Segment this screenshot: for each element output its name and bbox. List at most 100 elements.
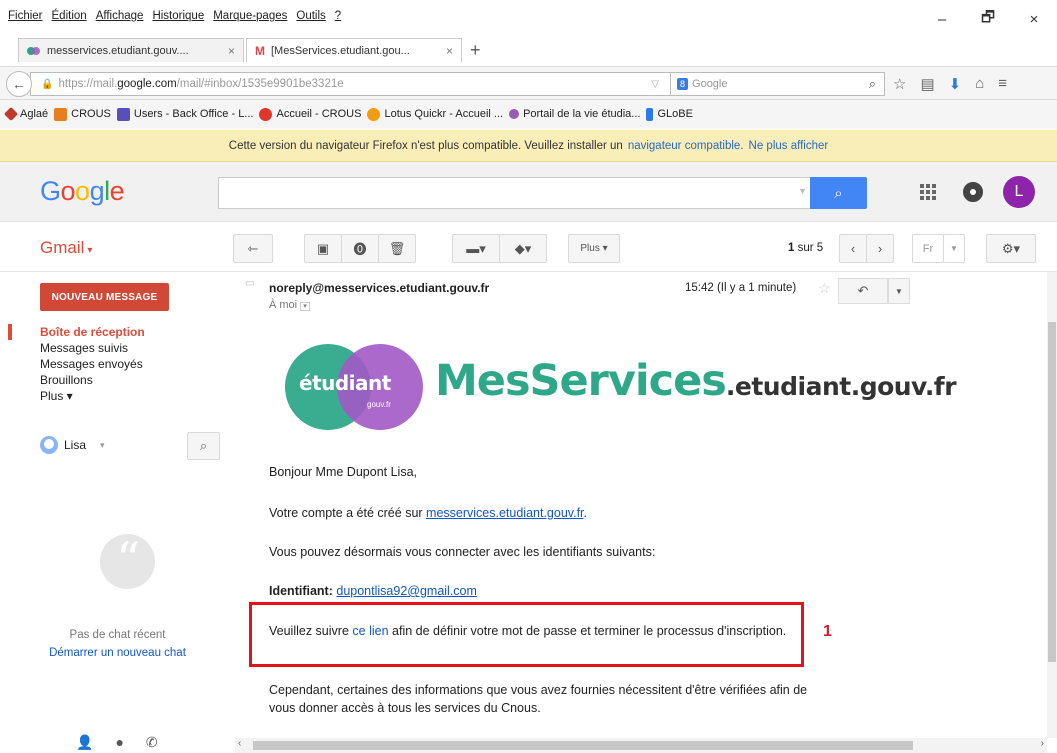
chevron-right-icon: › [877,241,883,256]
search-engine-icon: 8 [677,78,689,90]
settings-button[interactable]: ⚙▾ [986,234,1036,263]
search-icon[interactable]: ⌕ [869,76,876,92]
reply-button[interactable]: ↶ [838,278,888,304]
tab-strip: messervices.etudiant.gouv.... × M [MesSe… [0,36,1057,64]
back-to-inbox-button[interactable]: ⇽ [233,234,273,263]
recipient-label: À moi [269,299,298,311]
download-icon[interactable]: ⬇ [949,75,962,93]
toolbar-icons: ☆ ▤ ⬇ ⌂ ≡ [893,75,1007,93]
search-options-icon[interactable]: ▼ [798,186,807,196]
bookmark-lotus[interactable]: Lotus Quickr - Accueil ... [367,107,503,121]
restore-button[interactable]: 🗗 [965,6,1011,32]
no-recent-chat: Pas de chat récent [69,629,166,641]
hangouts-icon[interactable]: ● [115,734,123,751]
menu-fichier[interactable]: Fichier [8,10,43,22]
move-to-button[interactable]: ▬▾ [452,234,500,263]
apps-grid-icon[interactable] [920,184,936,200]
vertical-scrollbar[interactable] [1047,272,1057,738]
url-domain: google.com [117,78,177,90]
browser-search-bar[interactable]: 8 Google ⌕ [670,72,885,96]
gear-icon: ⚙▾ [1001,240,1021,256]
older-button[interactable]: › [866,234,894,263]
language-dropdown[interactable]: ▼ [943,234,965,263]
tab-close-icon[interactable]: × [446,44,453,58]
report-spam-button[interactable]: ⓿ [341,234,379,263]
account-avatar[interactable]: L [1003,176,1035,208]
back-button[interactable]: ← [6,71,32,97]
archive-button[interactable]: ▣ [304,234,342,263]
notifications-icon[interactable] [963,182,983,202]
bookmark-users[interactable]: Users - Back Office - L... [116,107,253,121]
pager-current: 1 [788,242,795,254]
sidebar-item-drafts[interactable]: Brouillons [40,372,145,388]
input-language-button[interactable]: Fr [912,234,944,263]
bookmark-icon [116,107,130,121]
contacts-icon[interactable]: 👤 [76,734,93,751]
dismiss-warning-link[interactable]: Ne plus afficher [749,140,829,152]
horizontal-scrollbar[interactable]: ‹ › [235,738,1047,753]
start-chat-link[interactable]: Démarrer un nouveau chat [0,647,235,659]
sidebar-item-more[interactable]: Plus ▾ [40,388,145,404]
search-engine-label: Google [692,78,728,90]
bookmark-crous[interactable]: CROUS [54,107,111,121]
menu-help[interactable]: ? [335,10,341,22]
details-icon[interactable]: ▾ [300,302,310,311]
scroll-thumb[interactable] [1048,322,1056,662]
gmail-menu[interactable]: Gmail ▾ [40,238,92,258]
hangouts-user[interactable]: Lisa ▾ [40,436,105,454]
bookmark-label: Portail de la vie étudia... [523,108,641,120]
recipient[interactable]: À moi ▾ [269,299,310,311]
phone-icon[interactable]: ✆ [146,734,158,751]
caret-icon: ▾ [87,245,93,256]
scroll-left-icon[interactable]: ‹ [238,738,241,749]
hamburger-menu-icon[interactable]: ≡ [998,75,1007,93]
bookmark-aglae[interactable]: Aglaé [3,106,48,122]
search-people-button[interactable]: ⌕ [187,432,220,460]
scroll-right-icon[interactable]: › [1041,738,1044,749]
tab-gmail[interactable]: M [MesServices.etudiant.gou... × [246,38,462,62]
bookmark-portail[interactable]: Portail de la vie étudia... [509,108,640,120]
bookmark-globe[interactable]: GLoBE [646,107,693,121]
message-time: 15:42 (Il y a 1 minute) [685,282,797,294]
back-arrow-icon: ⇽ [247,240,259,256]
sidebar-item-sent[interactable]: Messages envoyés [40,356,145,372]
identifier-email-link[interactable]: dupontlisa92@gmail.com [336,584,477,598]
bookmark-accueil-crous[interactable]: Accueil - CROUS [259,107,361,121]
sidebar-item-starred[interactable]: Messages suivis [40,340,145,356]
home-icon[interactable]: ⌂ [975,75,984,93]
labels-button[interactable]: ◆▾ [499,234,547,263]
bookmark-star-icon[interactable]: ☆ [893,75,906,93]
bookmarks-list-icon[interactable]: ▤ [920,75,934,93]
menu-outils[interactable]: Outils [296,10,325,22]
tab-messervices[interactable]: messervices.etudiant.gouv.... × [18,38,244,62]
delete-button[interactable]: 🗑 [378,234,416,263]
message-more-button[interactable]: ▼ [888,278,910,304]
new-tab-button[interactable]: + [470,40,481,61]
mail-search-input[interactable]: ▼ [218,177,816,209]
menu-marque-pages[interactable]: Marque-pages [213,10,287,22]
newer-button[interactable]: ‹ [839,234,867,263]
scroll-thumb[interactable] [253,741,913,750]
compatible-browser-link[interactable]: navigateur compatible. [628,140,744,152]
messervices-link[interactable]: messervices.etudiant.gouv.fr [426,506,583,520]
url-dropdown-icon[interactable]: ▽ [651,79,659,90]
menu-affichage[interactable]: Affichage [96,10,144,22]
logo-etudiant: étudiant [299,371,391,395]
reply-icon: ↶ [857,283,869,298]
sender-address[interactable]: noreply@messervices.etudiant.gouv.fr [269,281,489,295]
messervices-favicon-icon [27,46,41,55]
star-icon[interactable]: ☆ [818,280,831,297]
url-bar[interactable]: 🔒 https://mail. google.com/mail/#inbox/15… [30,72,690,96]
google-logo[interactable]: Google [40,176,125,207]
compose-button[interactable]: NOUVEAU MESSAGE [40,283,169,311]
minimize-button[interactable]: – [919,6,965,32]
menu-historique[interactable]: Historique [152,10,204,22]
menu-edition[interactable]: Édition [52,10,87,22]
more-button[interactable]: Plus ▾ [568,234,620,263]
sidebar-item-inbox[interactable]: Boîte de réception [40,324,145,340]
close-window-button[interactable]: × [1011,6,1057,32]
logo-title: MesServices.etudiant.gouv.fr [435,356,957,406]
tab-close-icon[interactable]: × [228,44,235,58]
search-button[interactable]: ⌕ [810,177,867,209]
menu-bar: Fichier Édition Affichage Historique Mar… [0,0,1057,36]
